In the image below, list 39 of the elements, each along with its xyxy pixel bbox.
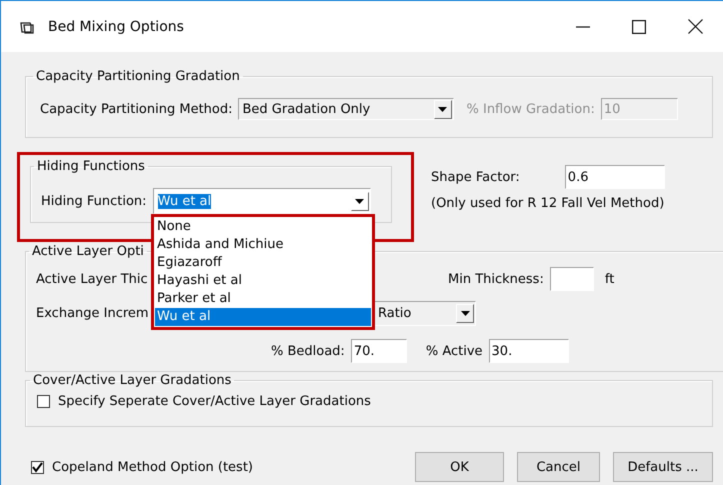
checkbox[interactable] xyxy=(37,395,50,408)
group-title: Hiding Functions xyxy=(36,159,146,174)
unit-label: ft xyxy=(604,272,614,286)
dropdown-option[interactable]: None xyxy=(155,218,371,236)
checkbox-label: Specify Seperate Cover/Active Layer Gradations xyxy=(58,394,371,409)
hiding-function-combo[interactable]: Wu et al xyxy=(152,188,371,214)
dropdown-option[interactable]: Ashida and Michiue xyxy=(155,236,371,254)
min-thickness-field[interactable] xyxy=(550,267,594,291)
group-title: Capacity Partitioning Gradation xyxy=(35,69,241,84)
active-label: % Active xyxy=(426,344,483,358)
dropdown-option[interactable]: Hayashi et al xyxy=(155,272,371,290)
bedload-label: % Bedload: xyxy=(271,344,345,358)
dialog-button[interactable]: Cancel xyxy=(517,452,600,482)
maximize-icon[interactable] xyxy=(632,20,646,34)
exchange-label: Exchange Increm xyxy=(36,306,150,321)
close-icon[interactable] xyxy=(688,19,703,34)
hiding-function-label: Hiding Function: xyxy=(41,194,147,208)
window-title: Bed Mixing Options xyxy=(48,18,184,34)
method-combo[interactable]: Bed Gradation Only xyxy=(238,98,454,120)
shape-factor-field[interactable]: 0.6 xyxy=(564,165,665,189)
dialog-button[interactable]: OK xyxy=(415,452,504,482)
inflow-label: % Inflow Gradation: xyxy=(466,102,595,116)
exchange-combo[interactable]: Ratio xyxy=(373,301,476,326)
shape-factor-note: (Only used for R 12 Fall Vel Method) xyxy=(431,196,665,211)
method-label: Capacity Partitioning Method: xyxy=(40,102,232,116)
dropdown-option[interactable]: Parker et al xyxy=(155,290,371,308)
group-title: Active Layer Opti xyxy=(31,244,145,259)
bedload-field[interactable]: 70. xyxy=(350,339,407,363)
checkbox[interactable] xyxy=(31,460,44,474)
checkbox-label: Copeland Method Option (test) xyxy=(52,460,253,474)
dialog-button[interactable]: Defaults ... xyxy=(613,452,713,482)
group-title: Cover/Active Layer Gradations xyxy=(32,373,232,388)
dropdown-option[interactable]: Egiazaroff xyxy=(155,254,371,272)
app-icon xyxy=(20,20,35,34)
min-thickness-label: Min Thickness: xyxy=(448,272,544,286)
shape-factor-label: Shape Factor: xyxy=(431,170,520,184)
dropdown-option[interactable]: Wu et al xyxy=(155,308,371,326)
active-field[interactable]: 30. xyxy=(488,339,569,363)
thickness-label: Active Layer Thic xyxy=(36,272,149,286)
